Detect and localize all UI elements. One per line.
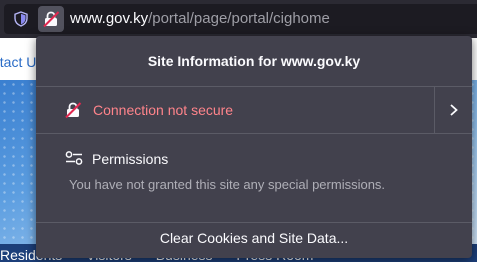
clear-cookies-button[interactable]: Clear Cookies and Site Data... — [36, 223, 472, 258]
site-info-button[interactable] — [38, 6, 64, 32]
tracking-protection-button[interactable] — [10, 8, 32, 30]
connection-details-button[interactable] — [435, 87, 472, 133]
panel-title: Site Information for www.gov.ky — [147, 53, 361, 69]
permissions-icon — [65, 151, 83, 165]
permissions-description: You have not granted this site any speci… — [69, 177, 386, 192]
insecure-lock-icon — [43, 11, 60, 28]
url-path: /portal/page/portal/cighome — [148, 10, 330, 27]
url-domain: www.gov.ky — [70, 10, 149, 27]
site-info-panel: Site Information for www.gov.ky Connecti… — [36, 36, 472, 258]
permissions-heading: Permissions — [92, 151, 169, 167]
insecure-lock-icon — [65, 102, 82, 119]
connection-security-row[interactable]: Connection not secure — [36, 87, 472, 133]
browser-toolbar: www.gov.ky/portal/page/portal/cighome — [0, 0, 477, 38]
chevron-right-icon — [449, 104, 458, 116]
url-text[interactable]: www.gov.ky/portal/page/portal/cighome — [70, 10, 330, 28]
connection-status-label: Connection not secure — [93, 102, 234, 118]
divider — [36, 133, 472, 134]
shield-icon — [14, 11, 28, 27]
browser-window: ntact U › Residents Visitors Business Pr… — [0, 0, 477, 262]
contact-us-link[interactable]: ntact U — [0, 54, 36, 70]
